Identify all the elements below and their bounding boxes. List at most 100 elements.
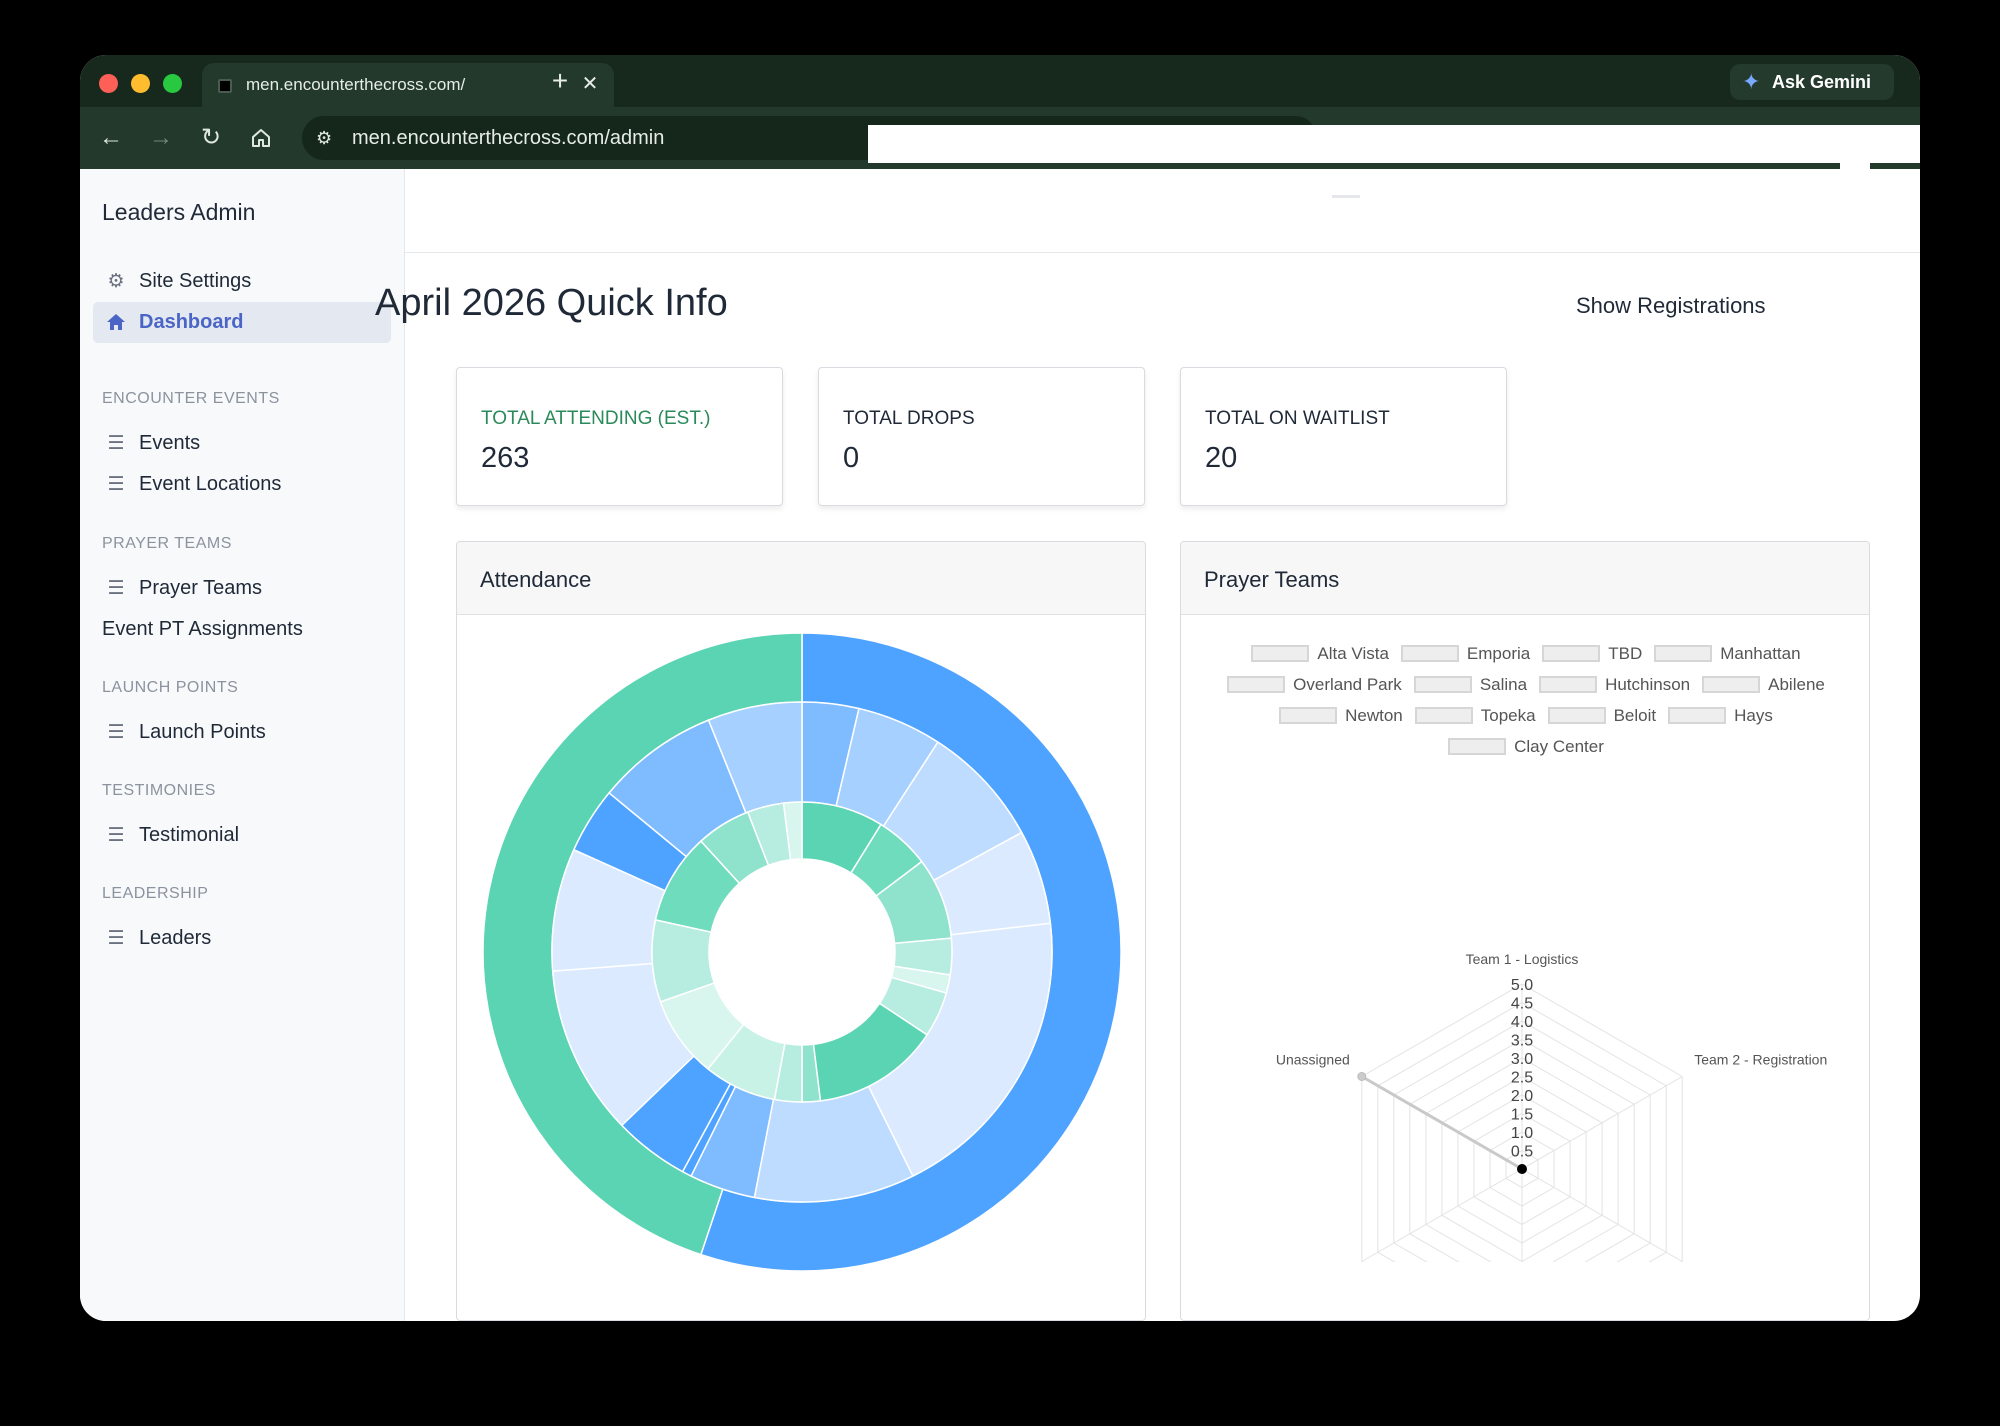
page-title: April 2026 Quick Info (375, 282, 728, 324)
legend-item[interactable]: Overland Park (1227, 675, 1402, 695)
tab-close-icon[interactable]: ✕ (578, 72, 602, 96)
legend-label: Hutchinson (1605, 674, 1691, 694)
favicon-icon (218, 79, 232, 93)
radar-tick-label: 0.5 (1511, 1144, 1533, 1161)
sidebar-item-label: Events (139, 432, 201, 454)
url-text: men.encounterthecross.com/admin (352, 127, 665, 149)
home-icon (103, 302, 129, 343)
radar-tick-label: 4.5 (1511, 996, 1533, 1013)
prayer-teams-card: Prayer Teams Alta Vista Emporia TBD Manhatt… (1180, 541, 1870, 1321)
reload-icon[interactable]: ↻ (194, 121, 228, 155)
close-window-button[interactable] (99, 74, 118, 93)
radar-axis-label: Unassigned (1276, 1052, 1350, 1068)
radar-center-point (1517, 1164, 1527, 1174)
tab-title: men.encounterthecross.com/ (246, 75, 466, 94)
site-info-icon[interactable]: ⚙ (316, 126, 340, 150)
ask-gemini-label: Ask Gemini (1772, 72, 1872, 92)
legend-swatch (1539, 676, 1598, 693)
legend-label: Abilene (1768, 674, 1825, 694)
new-tab-button[interactable]: + (542, 63, 578, 99)
sidebar-item-events[interactable]: ☰ Events (93, 423, 391, 464)
stat-value: 263 (481, 442, 530, 474)
radar-tick-label: 1.0 (1511, 1125, 1533, 1142)
sidebar-item-dashboard[interactable]: Dashboard (93, 302, 391, 343)
gemini-sparkle-icon: ✦ (1742, 69, 1761, 94)
sidebar-item-event-locations[interactable]: ☰ Event Locations (93, 464, 391, 505)
gears-icon: ⚙ (107, 271, 125, 292)
maximize-window-button[interactable] (163, 74, 182, 93)
legend-swatch (1448, 738, 1507, 755)
legend-item[interactable]: Topeka (1414, 706, 1536, 726)
radar-tick-label: 2.0 (1511, 1088, 1533, 1105)
forward-arrow-icon[interactable]: → (144, 121, 178, 155)
sidebar-item-label: Testimonial (139, 824, 240, 846)
legend-item[interactable]: Hutchinson (1539, 675, 1690, 695)
sidebar-item-event-pt-assignments[interactable]: Event PT Assignments (93, 609, 391, 650)
list-icon: ☰ (107, 433, 125, 454)
legend-item[interactable]: TBD (1542, 644, 1642, 664)
legend-row: Clay Center (1181, 731, 1869, 762)
legend-label: Salina (1479, 674, 1528, 694)
sidebar-item-launch-points[interactable]: ☰ Launch Points (93, 712, 391, 753)
legend-item[interactable]: Alta Vista (1251, 644, 1389, 664)
prayer-teams-radar-chart[interactable]: Team 1 - LogisticsTeam 2 - RegistrationT… (1181, 782, 1870, 1262)
radar-point[interactable] (1357, 1072, 1367, 1081)
sidebar-item-leaders[interactable]: ☰ Leaders (93, 918, 391, 959)
radar-tick-label: 1.5 (1511, 1107, 1533, 1124)
radar-axis-label: Team 2 - Registration (1694, 1052, 1827, 1068)
stat-label: TOTAL ON WAITLIST (1205, 408, 1390, 429)
legend-row: Newton Topeka Beloit Hays (1181, 700, 1869, 731)
back-arrow-icon[interactable]: ← (94, 121, 128, 155)
radar-tick-label: 3.5 (1511, 1033, 1533, 1050)
legend-item[interactable]: Abilene (1702, 675, 1825, 695)
legend-item[interactable]: Clay Center (1448, 737, 1604, 757)
sidebar-item-site-settings[interactable]: ⚙ Site Settings (93, 261, 391, 302)
stat-label: TOTAL DROPS (843, 408, 975, 429)
list-icon: ☰ (107, 928, 125, 949)
legend-label: Overland Park (1293, 674, 1402, 694)
card-header: Attendance (457, 542, 1145, 615)
sidebar-brand[interactable]: Leaders Admin (102, 199, 255, 226)
radar-axis-label: Team 1 - Logistics (1466, 951, 1579, 967)
list-icon: ☰ (107, 722, 125, 743)
legend-label: Hays (1734, 705, 1773, 725)
sidebar-item-label: Dashboard (139, 311, 244, 333)
legend-item[interactable]: Newton (1279, 706, 1403, 726)
attendance-card: Attendance (456, 541, 1146, 1321)
legend-item[interactable]: Beloit (1547, 706, 1656, 726)
sidebar: Leaders Admin ⚙ Site Settings Dashboard … (80, 169, 405, 1321)
stat-value: 20 (1205, 442, 1238, 474)
sidebar-item-label: Launch Points (139, 721, 266, 743)
legend-item[interactable]: Manhattan (1654, 643, 1801, 664)
sidebar-item-prayer-teams[interactable]: ☰ Prayer Teams (93, 568, 391, 609)
card-header: Prayer Teams (1181, 542, 1869, 615)
legend-label: TBD (1608, 643, 1643, 663)
redaction-bar (868, 125, 1920, 163)
attendance-doughnut-chart[interactable] (457, 615, 1146, 1321)
legend-swatch (1414, 707, 1473, 724)
legend-label: Newton (1345, 705, 1403, 725)
legend-label: Manhattan (1720, 643, 1801, 663)
legend-item[interactable]: Hays (1668, 706, 1773, 726)
radar-tick-label: 2.5 (1511, 1070, 1533, 1087)
radar-tick-label: 3.0 (1511, 1051, 1533, 1068)
main-topbar (405, 169, 1920, 253)
sidebar-item-testimonial[interactable]: ☰ Testimonial (93, 815, 391, 856)
stat-card-total-drops: TOTAL DROPS 0 (818, 367, 1145, 506)
sidebar-item-label: Site Settings (139, 270, 252, 292)
legend-swatch (1251, 645, 1310, 662)
show-registrations-button[interactable]: Show Registrations (1576, 293, 1766, 319)
ask-gemini-button[interactable]: ✦ Ask Gemini (1730, 64, 1894, 100)
tab-strip: men.encounterthecross.com/ ✕ + ✦ Ask Gem… (80, 55, 1920, 107)
list-icon: ☰ (107, 578, 125, 599)
minimize-window-button[interactable] (131, 74, 150, 93)
legend-swatch (1668, 707, 1727, 724)
legend-item[interactable]: Emporia (1400, 643, 1531, 664)
sidebar-item-label: Leaders (139, 927, 212, 949)
legend-item[interactable]: Salina (1413, 674, 1528, 695)
radar-tick-label: 4.0 (1511, 1014, 1533, 1031)
home-icon[interactable] (244, 121, 278, 155)
legend-label: Emporia (1466, 643, 1531, 663)
sidebar-item-label: Event Locations (139, 473, 282, 495)
section-label: PRAYER TEAMS (102, 535, 232, 552)
